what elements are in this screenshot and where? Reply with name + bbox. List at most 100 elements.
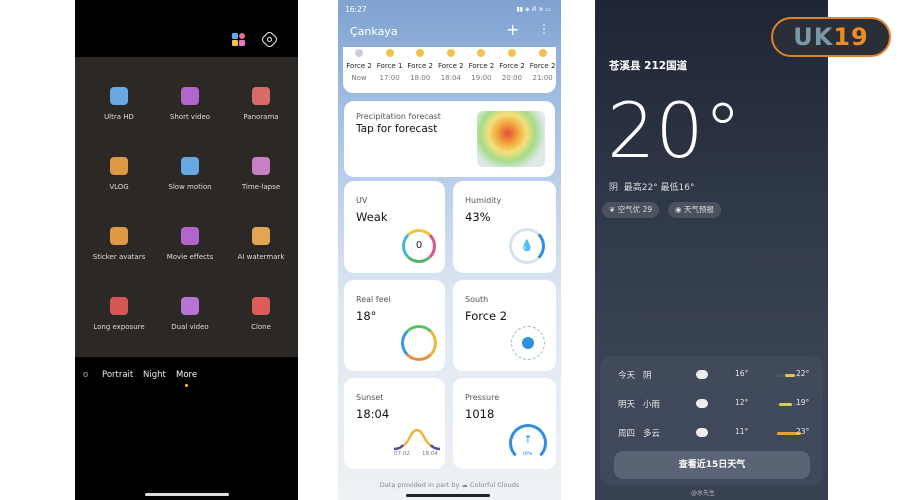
hourly-item: Force 2 20:00 — [497, 47, 527, 82]
temp-summary: 阴 最高22° 最低16° — [609, 183, 695, 193]
sunset-label: Sunset — [356, 393, 384, 402]
mode-ultra-hd[interactable]: Ultra HD — [82, 87, 156, 121]
settings-icon[interactable] — [260, 30, 279, 49]
uk19-logo: UK19 — [771, 17, 891, 57]
hourly-item: Force 2 18:00 — [405, 47, 435, 82]
precip-value: Tap for forecast — [356, 123, 438, 135]
apps-grid-icon[interactable] — [232, 33, 245, 46]
wind-label: South — [465, 295, 489, 304]
provider-link[interactable]: Colorful Clouds — [470, 481, 519, 489]
tab-portrait[interactable]: Portrait — [102, 370, 133, 380]
tab-night[interactable]: Night — [143, 370, 166, 380]
add-city-icon[interactable]: + — [506, 20, 519, 39]
forecast-row[interactable]: 明天 小雨 12° 19° — [618, 398, 813, 412]
status-time: 16:27 — [345, 5, 367, 14]
mode-label: Movie effects — [166, 253, 214, 261]
mode-ai-watermark[interactable]: AI watermark — [224, 227, 298, 261]
forecast-chip[interactable]: ◉ 天气预报 — [668, 202, 721, 218]
mode-label: Ultra HD — [104, 113, 134, 121]
weibo-watermark: @水先生 — [691, 490, 716, 497]
sunset-card[interactable]: Sunset 18:04 07:02 18:04 — [344, 378, 445, 469]
cloud-logo-icon: ☁ — [461, 481, 468, 489]
sunrise-time: 07:02 — [394, 451, 410, 457]
sticker-avatars-icon — [110, 227, 128, 245]
uv-gauge: 0 — [402, 229, 436, 263]
pressure-value: 1018 — [465, 407, 495, 421]
dual-video-icon — [181, 297, 199, 315]
real-feel-card[interactable]: Real feel 18° — [344, 280, 445, 371]
moon-icon — [508, 49, 516, 57]
air-quality-chip[interactable]: ❦ 空气优 29 — [602, 202, 660, 218]
tab-video[interactable]: o — [83, 370, 88, 380]
compass-icon — [511, 326, 545, 360]
view-15-day-button[interactable]: 查看近15日天气 — [614, 451, 810, 479]
sunset-time: 18:04 — [422, 451, 438, 457]
pressure-label: Pressure — [465, 393, 500, 402]
more-menu-icon[interactable]: ⋮ — [538, 22, 550, 36]
clone-icon — [252, 297, 270, 315]
mode-movie-effects[interactable]: Movie effects — [153, 227, 227, 261]
mode-long-exposure[interactable]: Long exposure — [82, 297, 156, 331]
mode-label: Dual video — [171, 323, 209, 331]
mode-sticker-avatars[interactable]: Sticker avatars — [82, 227, 156, 261]
data-provider-footer: Data provided in part by ☁ Colorful Clou… — [379, 481, 520, 489]
ai-watermark-icon — [252, 227, 270, 245]
city-name: Çankaya — [350, 25, 398, 38]
uv-card[interactable]: UV Weak 0 — [344, 181, 445, 273]
mode-label: VLOG — [109, 183, 129, 191]
humidity-label: Humidity — [465, 196, 502, 205]
sun-path-chart — [393, 428, 441, 451]
time-lapse-icon — [252, 157, 270, 175]
tab-more[interactable]: More — [176, 370, 197, 380]
pressure-unit: hPa — [523, 451, 533, 457]
forecast-row[interactable]: 今天阴 16° 22° — [618, 369, 813, 383]
partly-cloudy-icon — [696, 428, 708, 437]
weather-screen-en: 16:27 ▮▮ ◈ ıll ≋ ▭ Çankaya + ⋮ Force 2 No… — [338, 0, 561, 500]
mode-label: Short video — [169, 113, 211, 121]
weather-screen-zh: 苍溪县 212国道 20° 阴 最高22° 最低16° ❦ 空气优 29 ◉ 天… — [595, 0, 828, 500]
forecast-row[interactable]: 周四 多云 11° 23° — [618, 427, 813, 441]
real-feel-label: Real feel — [356, 295, 391, 304]
mode-vlog[interactable]: VLOG — [82, 157, 156, 191]
mode-dual-video[interactable]: Dual video — [153, 297, 227, 331]
camera-more-modes-screen: Ultra HD Short video Panorama VLOG Slow moti… — [75, 0, 298, 500]
mode-clone[interactable]: Clone — [224, 297, 298, 331]
cloudy-icon — [696, 370, 708, 379]
wind-value: Force 2 — [465, 309, 508, 323]
hourly-item: Force 1 17:00 — [375, 47, 405, 82]
location-name: 苍溪县 212国道 — [609, 60, 688, 72]
precip-map — [477, 111, 545, 167]
play-icon: ◉ — [675, 205, 682, 214]
wind-card[interactable]: South Force 2 — [453, 280, 556, 371]
ultra-hd-icon — [110, 87, 128, 105]
mode-label: Panorama — [243, 113, 279, 121]
pressure-card[interactable]: Pressure 1018 ↑ hPa — [453, 378, 556, 469]
mode-short-video[interactable]: Short video — [153, 87, 227, 121]
precipitation-card[interactable]: Precipitation forecast Tap for forecast — [344, 101, 555, 177]
real-feel-value: 18° — [356, 309, 377, 323]
humidity-value: 43% — [465, 210, 491, 224]
movie-effects-icon — [181, 227, 199, 245]
mode-label: Long exposure — [93, 323, 145, 331]
uv-value: Weak — [356, 210, 388, 224]
mode-label: Time-lapse — [241, 183, 281, 191]
real-feel-gauge — [401, 325, 437, 361]
mode-time-lapse[interactable]: Time-lapse — [224, 157, 298, 191]
status-icons: ▮▮ ◈ ıll ≋ ▭ — [516, 6, 551, 13]
sun-icon — [385, 49, 394, 57]
home-indicator[interactable] — [406, 494, 490, 497]
home-indicator[interactable] — [145, 493, 229, 496]
moon-icon — [446, 49, 455, 57]
hourly-item: Force 2 19:00 — [466, 47, 496, 82]
mode-label: Sticker avatars — [92, 253, 146, 261]
mode-panorama[interactable]: Panorama — [224, 87, 298, 121]
mode-label: Clone — [251, 323, 271, 331]
slow-motion-icon — [181, 157, 199, 175]
mode-slow-motion[interactable]: Slow motion — [153, 157, 227, 191]
panorama-icon — [252, 87, 270, 105]
humidity-gauge: 💧 — [509, 228, 545, 264]
humidity-card[interactable]: Humidity 43% 💧 — [453, 181, 556, 273]
leaf-icon: ❦ — [609, 205, 616, 214]
current-temperature: 20° — [607, 86, 742, 175]
hourly-item: Force 2 21:00 — [528, 47, 558, 82]
